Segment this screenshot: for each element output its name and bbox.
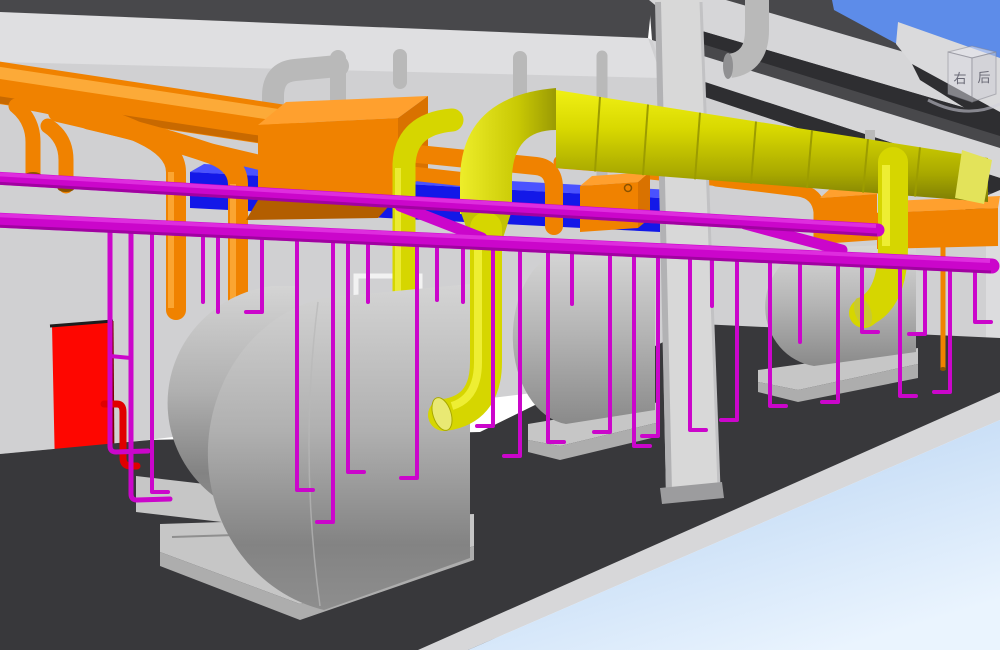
viewport-3d[interactable]: 右 后 bbox=[0, 0, 1000, 650]
viewcube-back-label[interactable]: 后 bbox=[977, 71, 990, 86]
pipe-gray-end-cap bbox=[723, 53, 733, 79]
viewcube-right-label[interactable]: 右 bbox=[953, 72, 966, 87]
pipe-orange-end-cap bbox=[940, 367, 946, 371]
box-front[interactable] bbox=[258, 118, 398, 200]
junction-box-orange-small[interactable] bbox=[580, 172, 650, 232]
tank-middle[interactable] bbox=[513, 244, 660, 460]
pipe-magenta-link[interactable] bbox=[110, 356, 131, 358]
box-front[interactable] bbox=[820, 194, 877, 244]
